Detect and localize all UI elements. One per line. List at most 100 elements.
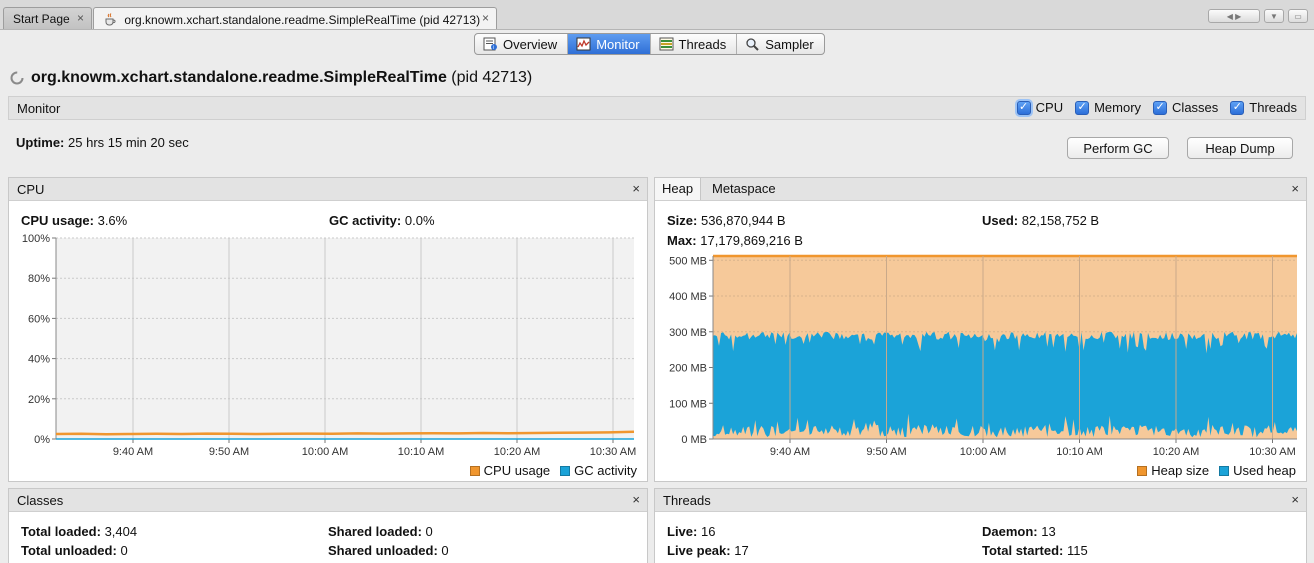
- panel-header: CPU ×: [9, 178, 647, 201]
- close-icon[interactable]: ×: [482, 11, 489, 25]
- stat-label: GC activity:: [329, 213, 402, 228]
- close-icon[interactable]: ×: [1291, 492, 1299, 507]
- stat-value: 16: [700, 524, 716, 539]
- stat-value: 3.6%: [97, 213, 128, 228]
- legend-item: CPU usage: [469, 463, 550, 478]
- legend-swatch: [560, 465, 571, 476]
- uptime-value: 25 hrs 15 min 20 sec: [68, 135, 189, 150]
- document-tab-strip: Start Page × org.knowm.xchart.standalone…: [0, 0, 1314, 30]
- stat-value: 0: [441, 543, 449, 558]
- stat-value: 0: [425, 524, 433, 539]
- y-tick-label: 100%: [22, 233, 50, 245]
- x-tick-label: 10:20 AM: [1153, 446, 1199, 458]
- stat-label: Size:: [667, 213, 698, 228]
- uptime-label: Uptime:: [16, 135, 65, 150]
- legend-swatch: [469, 465, 480, 476]
- stat-value: 13: [1041, 524, 1056, 539]
- x-tick-label: 9:40 AM: [113, 446, 153, 458]
- process-id: (pid 42713): [451, 69, 533, 86]
- tab-metaspace[interactable]: Metaspace: [705, 178, 783, 200]
- tab-heap[interactable]: Heap: [655, 178, 702, 200]
- stat-label: Live:: [667, 524, 698, 539]
- stat-label: Shared unloaded:: [328, 543, 438, 558]
- heap-max-stat: Max: 17,179,869,216 B: [667, 233, 803, 248]
- page-title: org.knowm.xchart.standalone.readme.Simpl…: [9, 67, 532, 89]
- y-tick-label: 20%: [28, 394, 50, 406]
- cpu-usage-stat: CPU usage: 3.6%: [21, 213, 127, 228]
- x-tick-label: 9:50 AM: [209, 446, 249, 458]
- memory-panel: Heap Metaspace × Size: 536,870,944 B Use…: [654, 177, 1307, 482]
- cpu-chart: 100% 80% 60% 40% 20% 0% 9:40 AM 9:50 AM 10:00 AM…: [22, 233, 636, 458]
- tab-start-page[interactable]: Start Page ×: [3, 7, 92, 29]
- x-tick-label: 10:30 AM: [590, 446, 636, 458]
- stat-value: 115: [1067, 543, 1088, 558]
- used-heap-area: [713, 331, 1297, 438]
- monitor-icon: [576, 37, 591, 51]
- monitor-label: Monitor: [17, 101, 61, 116]
- shared-loaded-stat: Shared loaded: 0: [328, 524, 433, 539]
- close-icon[interactable]: ×: [632, 492, 640, 507]
- stat-value: 0: [120, 543, 128, 558]
- scroll-tabs-button[interactable]: ◀ ▶: [1208, 9, 1260, 23]
- y-tick-label: 300 MB: [669, 327, 707, 339]
- panel-toggles: ✓ CPU ✓ Memory ✓ Classes ✓ Threads: [1016, 100, 1297, 115]
- x-tick-label: 10:30 AM: [1249, 446, 1295, 458]
- stat-value: 17,179,869,216 B: [700, 233, 803, 248]
- x-tick-label: 10:00 AM: [960, 446, 1006, 458]
- tab-application[interactable]: org.knowm.xchart.standalone.readme.Simpl…: [93, 7, 497, 29]
- close-icon[interactable]: ×: [77, 11, 84, 25]
- java-cup-icon: [105, 13, 116, 26]
- application-name: org.knowm.xchart.standalone.readme.Simpl…: [31, 69, 447, 86]
- view-switcher: i Overview Monitor Threads Sampler: [474, 33, 825, 55]
- daemon-threads-stat: Daemon: 13: [982, 524, 1056, 539]
- checkbox-label: Memory: [1094, 100, 1142, 115]
- y-tick-label: 40%: [28, 354, 50, 366]
- stat-label: Daemon:: [982, 524, 1038, 539]
- close-icon[interactable]: ×: [632, 181, 640, 196]
- overview-icon: i: [483, 37, 497, 51]
- panel-header: Threads ×: [655, 489, 1306, 512]
- y-tick-label: 200 MB: [669, 363, 707, 375]
- memory-checkbox[interactable]: ✓ Memory: [1075, 100, 1141, 115]
- stat-label: Total loaded:: [21, 524, 101, 539]
- panel-title: CPU: [17, 182, 45, 197]
- stat-value: 17: [734, 543, 749, 558]
- tab-sampler[interactable]: Sampler: [737, 34, 823, 54]
- tab-monitor[interactable]: Monitor: [568, 34, 651, 54]
- legend-item: Used heap: [1219, 463, 1296, 478]
- tab-label: Start Page: [13, 12, 70, 26]
- legend-swatch: [1137, 465, 1148, 476]
- checkmark-icon: ✓: [1230, 100, 1245, 115]
- stat-label: Total started:: [982, 543, 1064, 558]
- total-started-stat: Total started: 115: [982, 543, 1088, 558]
- stat-label: Used:: [982, 213, 1019, 228]
- close-icon[interactable]: ×: [1291, 181, 1299, 196]
- x-tick-label: 10:20 AM: [494, 446, 540, 458]
- y-tick-label: 80%: [28, 273, 50, 285]
- tab-threads[interactable]: Threads: [651, 34, 738, 54]
- checkbox-label: Threads: [1249, 100, 1297, 115]
- cpu-checkbox[interactable]: ✓ CPU: [1016, 100, 1063, 115]
- sampler-icon: [746, 38, 759, 51]
- classes-panel: Classes × Total loaded: 3,404 Total unlo…: [8, 488, 648, 563]
- checkmark-icon: ✓: [1153, 100, 1168, 115]
- stat-label: Live peak:: [667, 543, 731, 558]
- maximize-window-button[interactable]: ▭: [1288, 9, 1308, 23]
- checkbox-label: Classes: [1172, 100, 1219, 115]
- show-opened-documents-button[interactable]: ▼: [1264, 9, 1284, 23]
- stat-value: 0.0%: [404, 213, 435, 228]
- cpu-legend: CPU usage GC activity: [469, 463, 637, 478]
- legend-label: GC activity: [574, 463, 637, 478]
- legend-item: Heap size: [1137, 463, 1209, 478]
- stat-value: 82,158,752 B: [1021, 213, 1100, 228]
- classes-checkbox[interactable]: ✓ Classes: [1153, 100, 1218, 115]
- heap-dump-button[interactable]: Heap Dump: [1187, 137, 1293, 159]
- y-tick-label: 500 MB: [669, 255, 707, 267]
- tab-label: Monitor: [596, 36, 640, 52]
- tab-overview[interactable]: i Overview: [475, 34, 569, 54]
- panel-title: Threads: [663, 493, 711, 508]
- y-tick-label: 0%: [34, 434, 50, 446]
- threads-checkbox[interactable]: ✓ Threads: [1230, 100, 1297, 115]
- uptime: Uptime: 25 hrs 15 min 20 sec: [16, 135, 189, 150]
- perform-gc-button[interactable]: Perform GC: [1067, 137, 1169, 159]
